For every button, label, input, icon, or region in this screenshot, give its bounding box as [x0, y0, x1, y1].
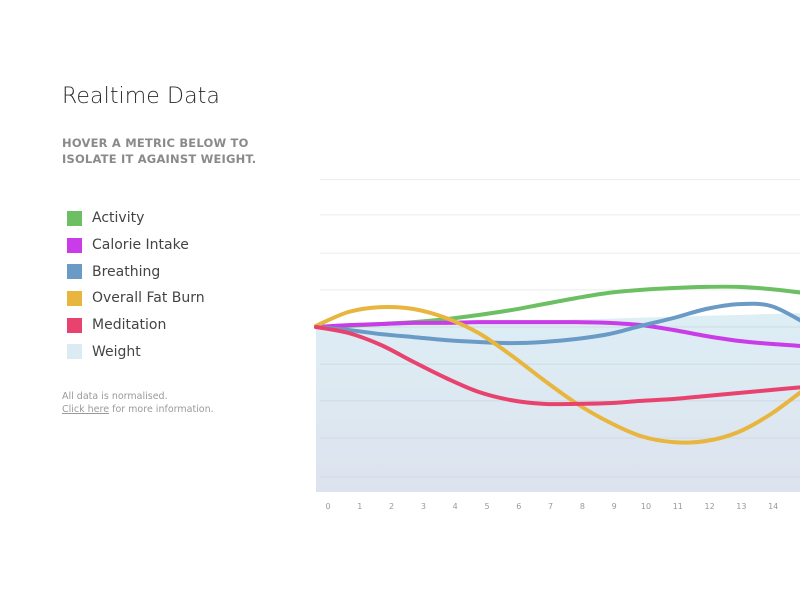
x-tick-label: 8 — [580, 502, 585, 511]
x-tick-label: 4 — [453, 502, 458, 511]
x-tick-label: 9 — [612, 502, 617, 511]
x-tick-label: 2 — [389, 502, 394, 511]
gridlines — [320, 179, 800, 291]
x-tick-label: 7 — [548, 502, 553, 511]
x-tick-label: 3 — [421, 502, 426, 511]
x-tick-label: 0 — [325, 502, 330, 511]
x-tick-label: 6 — [516, 502, 521, 511]
x-tick-label: 12 — [705, 502, 715, 511]
x-tick-label: 1 — [357, 502, 362, 511]
x-tick-label: 14 — [768, 502, 778, 511]
line-chart: 0 1 2 3 4 5 6 7 8 9 10 11 12 13 14 — [314, 179, 800, 511]
x-tick-label: 10 — [641, 502, 651, 511]
x-tick-label: 11 — [673, 502, 683, 511]
x-tick-label: 13 — [736, 502, 746, 511]
x-axis-ticks: 0 1 2 3 4 5 6 7 8 9 10 11 12 13 14 — [325, 502, 778, 511]
x-tick-label: 5 — [484, 502, 489, 511]
